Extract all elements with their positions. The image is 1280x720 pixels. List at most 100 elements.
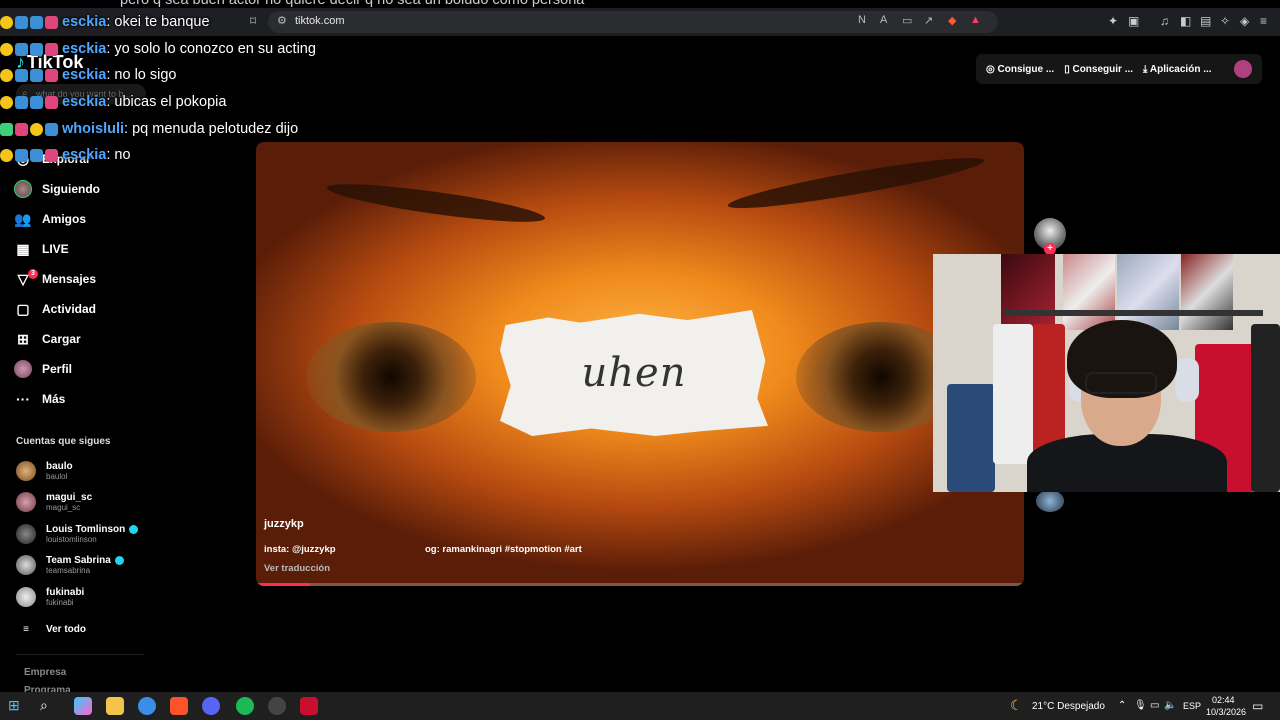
profile-avatar[interactable] [1234, 60, 1252, 78]
see-translation-link[interactable]: Ver traducción [264, 563, 330, 574]
progress-fill [256, 583, 310, 586]
video-description-right: og: ramankinagri #stopmotion #art [425, 544, 582, 555]
weather-moon-icon[interactable]: ☾ [1010, 697, 1028, 715]
wall-poster [1063, 254, 1115, 330]
wall-poster [1001, 254, 1055, 330]
download-app-button[interactable]: ⤓ Aplicación ... [1143, 64, 1212, 75]
no-translate-icon[interactable]: N [858, 14, 866, 26]
footer-link-empresa[interactable]: Empresa [24, 667, 66, 678]
obs-icon[interactable] [268, 697, 286, 715]
translate-icon[interactable]: A [880, 14, 887, 26]
sidebar-icon[interactable]: ◧ [1180, 14, 1191, 28]
nav-actividad[interactable]: ▢ Actividad [14, 297, 96, 321]
avatar [16, 555, 36, 575]
eyebrow-left [325, 176, 547, 230]
chat-message: whoisluli: pq menuda pelotudez dijo [0, 117, 298, 141]
brave-rewards-icon[interactable]: ▲ [970, 14, 981, 26]
nav-label: Actividad [42, 302, 97, 316]
following-section-title: Cuentas que sigues [16, 436, 111, 447]
chat-username: whoisluli [62, 121, 125, 137]
chat-badges [0, 15, 58, 29]
following-handle: louistomlinson [46, 535, 97, 544]
nav-label: Siguiendo [42, 182, 100, 196]
copilot-icon[interactable] [74, 697, 92, 715]
volume-icon[interactable]: 🔈 [1164, 700, 1176, 711]
activity-icon: ▢ [16, 300, 30, 317]
nav-siguiendo[interactable]: Siguiendo [14, 177, 100, 201]
get-coins-button[interactable]: ◎ Consigue ... [986, 64, 1054, 75]
brave-icon[interactable] [170, 697, 188, 715]
following-item[interactable]: Team Sabrina teamsabrina [16, 551, 124, 579]
nav-label: Cargar [42, 332, 81, 346]
avatar [16, 587, 36, 607]
friends-icon: 👥 [14, 210, 32, 227]
chat-text: : ubicas el pokopia [106, 94, 227, 110]
following-item[interactable]: magui_sc magui_sc [16, 488, 92, 516]
button-label: Conseguir ... [1072, 63, 1134, 75]
screen: pero q sea buen actor no quiere decir q … [0, 0, 1280, 720]
clock-date[interactable]: 10/3/2026 [1206, 707, 1246, 717]
see-all-button[interactable]: ≡ Ver todo [16, 615, 86, 643]
following-handle: teamsabrina [46, 566, 91, 575]
nav-perfil[interactable]: Perfil [14, 357, 72, 381]
search-icon[interactable]: ⌕ [40, 697, 58, 715]
see-all-label: Ver todo [46, 623, 87, 635]
language-indicator[interactable]: ESP [1183, 701, 1201, 711]
brave-shield-icon[interactable]: ◆ [948, 14, 956, 27]
music-icon[interactable]: ♫ [1160, 14, 1169, 28]
weather-text[interactable]: 21°C Despejado [1032, 701, 1105, 712]
share-icon[interactable]: ↗ [924, 14, 933, 27]
menu-icon[interactable]: ≡ [1260, 14, 1267, 28]
chat-text: : okei te banque [106, 14, 210, 30]
microphone-icon[interactable]: 🎙 [1134, 700, 1147, 711]
nav-cargar[interactable]: ⊞ Cargar [14, 327, 81, 351]
next-video-avatar[interactable] [1036, 490, 1064, 512]
cast-icon[interactable]: ▭ [902, 14, 912, 27]
bookmark-icon[interactable]: ⌑ [250, 14, 256, 28]
nav-live[interactable]: ▦ LIVE [14, 237, 68, 261]
screenshot-icon[interactable]: ▣ [1128, 14, 1139, 28]
chat-text: : yo solo lo conozco en su acting [106, 41, 316, 57]
spotify-icon[interactable] [236, 697, 254, 715]
windows-start-icon[interactable]: ⊞ [8, 697, 26, 715]
clothes-rail [1003, 310, 1263, 316]
nav-mas[interactable]: ··· Más [14, 387, 65, 411]
button-label: Aplicación ... [1149, 63, 1212, 75]
following-item[interactable]: fukinabi fukinabi [16, 583, 84, 611]
chrome-icon[interactable] [138, 697, 156, 715]
following-name: fukinabi [46, 587, 85, 598]
chat-badges [0, 148, 58, 162]
following-name: Louis Tomlinson [46, 524, 126, 535]
notification-icon[interactable]: ▭ [1252, 699, 1263, 713]
nav-label: Perfil [42, 362, 73, 376]
verified-icon [129, 525, 139, 534]
chat-badges [0, 68, 58, 82]
vpn-icon[interactable]: ◈ [1240, 14, 1249, 28]
get-app-button[interactable]: ▯ Conseguir ... [1064, 64, 1133, 75]
tray-chevron-icon[interactable]: ⌃ [1118, 700, 1126, 711]
chat-text: : pq menuda pelotudez dijo [124, 121, 299, 137]
network-icon[interactable]: ▭ [1150, 700, 1159, 711]
discord-icon[interactable] [202, 697, 220, 715]
file-explorer-icon[interactable] [106, 697, 124, 715]
avatar [16, 492, 36, 512]
following-item[interactable]: Louis Tomlinson louistomlinson [16, 520, 139, 548]
address-bar[interactable]: ⚙ tiktok.com N A ▭ ↗ ◆ ▲ [268, 11, 998, 33]
video-player[interactable]: uhen juzzykp insta: @juzzykp og: ramanki… [256, 142, 1024, 586]
extensions-icon[interactable]: ✦ [1108, 14, 1118, 28]
leo-ai-icon[interactable]: ✧ [1220, 14, 1230, 28]
following-name: magui_sc [46, 492, 93, 503]
site-settings-icon[interactable]: ⚙ [277, 14, 287, 27]
nav-amigos[interactable]: 👥 Amigos [14, 207, 86, 231]
video-username[interactable]: juzzykp [264, 518, 304, 530]
video-description-left: insta: @juzzykp [264, 544, 336, 555]
top-actions: ◎ Consigue ... ▯ Conseguir ... ⤓ Aplicac… [976, 54, 1262, 84]
app-icon[interactable] [300, 697, 318, 715]
clock-time[interactable]: 02:44 [1212, 695, 1235, 705]
taskbar: ⊞ ⌕ ☾ 21°C Despejado ⌃ 🎙 ▭ 🔈 ESP 02:44 1… [0, 692, 1280, 720]
video-progress-bar[interactable] [256, 583, 1024, 586]
following-item[interactable]: baulo baulol [16, 457, 73, 485]
nav-label: Más [42, 392, 66, 406]
nav-mensajes[interactable]: ▽ 3 Mensajes [14, 267, 96, 291]
wallet-icon[interactable]: ▤ [1200, 14, 1211, 28]
